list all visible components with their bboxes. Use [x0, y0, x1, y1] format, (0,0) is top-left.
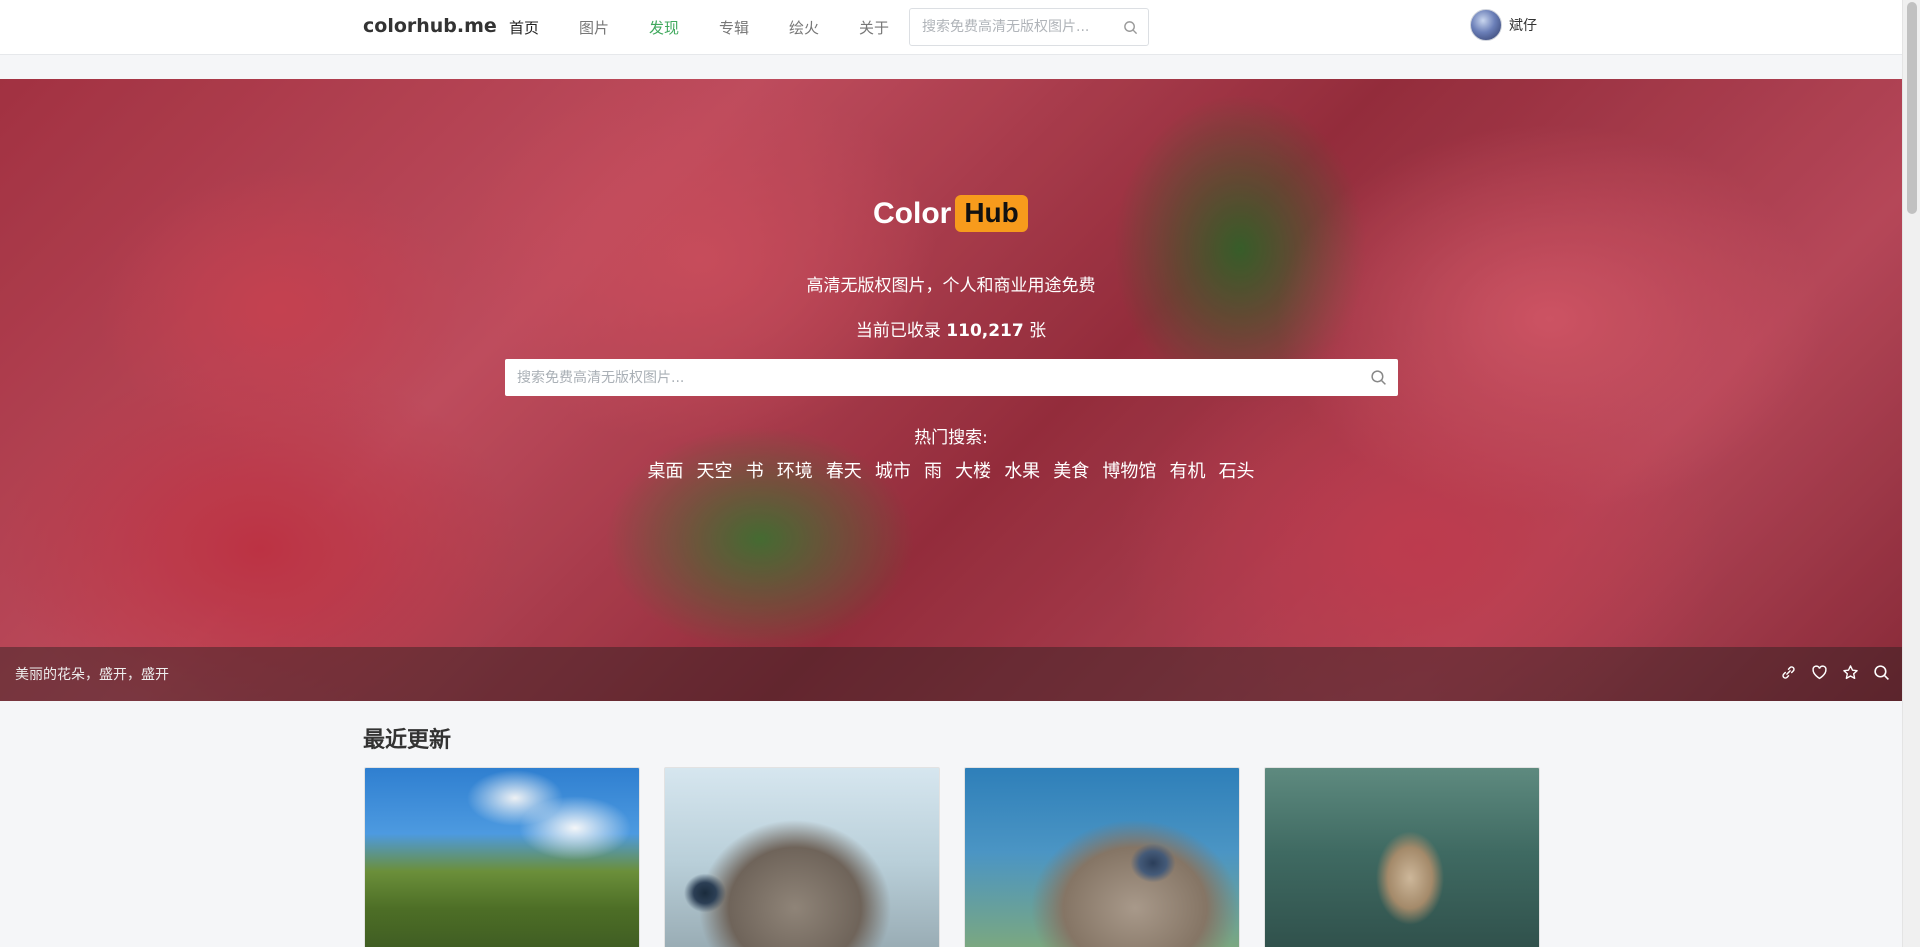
hot-search-title: 热门搜索:	[914, 428, 988, 448]
colorhub-logo: Color Hub	[873, 195, 1028, 232]
hot-tag[interactable]: 水果	[1004, 457, 1040, 483]
nav-discover[interactable]: 发现	[649, 17, 679, 38]
logo-text-hub: Hub	[955, 195, 1028, 232]
nav-home[interactable]: 首页	[509, 17, 539, 38]
hot-tag[interactable]: 博物馆	[1102, 457, 1156, 483]
star-icon[interactable]	[1842, 664, 1859, 681]
recent-section-title: 最近更新	[363, 728, 452, 753]
hero-banner: Color Hub 高清无版权图片，个人和商业用途免费 当前已收录 110,21…	[0, 79, 1902, 701]
top-navbar: colorhub.me 首页 图片 发现 专辑 绘火 关于 斌仔	[0, 0, 1902, 55]
zoom-icon[interactable]	[1873, 664, 1890, 681]
avatar[interactable]	[1470, 9, 1502, 41]
nav-search-input[interactable]	[910, 9, 1110, 45]
username[interactable]: 斌仔	[1509, 15, 1537, 35]
hot-search-tags: 桌面 天空 书 环境 春天 城市 雨 大楼 水果 美食 博物馆 有机 石头	[0, 457, 1902, 483]
search-icon[interactable]	[1370, 369, 1387, 390]
hero-caption: 美丽的花朵，盛开，盛开	[15, 667, 169, 683]
nav-about[interactable]: 关于	[859, 17, 889, 38]
hot-tag[interactable]: 桌面	[647, 457, 683, 483]
photo-card-trees[interactable]	[364, 767, 640, 947]
hero-tagline: 高清无版权图片，个人和商业用途免费	[806, 276, 1096, 296]
hot-tag[interactable]: 城市	[875, 457, 911, 483]
hot-tag[interactable]: 大楼	[955, 457, 991, 483]
hero-count: 当前已收录 110,217 张	[0, 316, 1902, 341]
photo-card-ostrich-side[interactable]	[964, 767, 1240, 947]
logo-text-color: Color	[873, 196, 952, 230]
hero-actions	[1780, 664, 1890, 681]
scrollbar-thumb[interactable]	[1907, 2, 1917, 214]
photo-card-ostrich-front[interactable]	[664, 767, 940, 947]
search-icon[interactable]	[1123, 20, 1138, 39]
count-suffix: 张	[1023, 321, 1047, 341]
nav-search-box	[909, 8, 1149, 46]
count-value: 110,217	[946, 321, 1024, 341]
nav-huihuo[interactable]: 绘火	[789, 17, 819, 38]
hero-search-input[interactable]	[505, 359, 1345, 396]
hot-tag[interactable]: 春天	[826, 457, 862, 483]
photo-card-monkey[interactable]	[1264, 767, 1540, 947]
site-brand[interactable]: colorhub.me	[363, 15, 497, 37]
hero-caption-bar: 美丽的花朵，盛开，盛开	[0, 647, 1902, 701]
hot-tag[interactable]: 雨	[924, 457, 942, 483]
hot-tag[interactable]: 美食	[1053, 457, 1089, 483]
hot-tag[interactable]: 环境	[777, 457, 813, 483]
nav-photos[interactable]: 图片	[579, 17, 609, 38]
user-menu[interactable]: 斌仔	[1470, 9, 1537, 41]
page-scrollbar[interactable]	[1902, 0, 1920, 947]
hot-tag[interactable]: 石头	[1219, 457, 1255, 483]
count-prefix: 当前已收录	[855, 321, 947, 341]
hero-search-box	[505, 359, 1398, 396]
link-icon[interactable]	[1780, 664, 1797, 681]
nav-albums[interactable]: 专辑	[719, 17, 749, 38]
heart-icon[interactable]	[1811, 664, 1828, 681]
hot-tag[interactable]: 书	[746, 457, 764, 483]
hot-tag[interactable]: 有机	[1169, 457, 1205, 483]
hot-tag[interactable]: 天空	[697, 457, 733, 483]
